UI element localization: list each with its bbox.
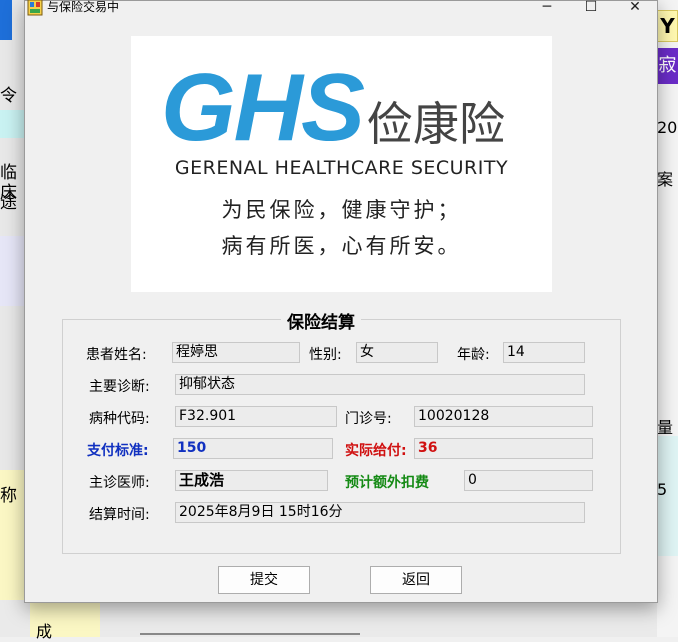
background-text: 称 [0, 486, 17, 506]
background-text: 成 [36, 622, 53, 641]
background-purple-button: 寂 [657, 48, 678, 84]
background-text: 途 [0, 193, 17, 213]
gender-label: 性别: [309, 347, 342, 363]
background-text: 5 [657, 480, 668, 499]
minimize-icon[interactable]: ─ [525, 0, 569, 18]
diagnosis-label: 主要诊断: [89, 379, 150, 395]
group-title: 保险结算 [281, 308, 361, 333]
brand-name-cn: 俭康险 [367, 97, 505, 151]
background-text: 令 [0, 86, 17, 106]
settle-time-field[interactable]: 2025年8月9日 15时16分 [175, 502, 585, 523]
background-blue-block [0, 0, 12, 40]
brand-name-en: GERENAL HEALTHCARE SECURITY [174, 157, 509, 179]
background-yellow-badge: Y [657, 10, 678, 42]
ghs-logo: GHS 俭康险 [161, 54, 505, 156]
diagnosis-field[interactable]: 抑郁状态 [175, 374, 585, 395]
actual-pay-label: 实际给付: [345, 443, 407, 459]
background-text: 量 [657, 418, 674, 437]
slogan-line-2: 病有所医，心有所安。 [221, 234, 462, 258]
background-app-bottom: 成 [0, 600, 678, 641]
age-field[interactable]: 14 [503, 342, 585, 363]
title-bar[interactable]: 与保险交易中 ─ ☐ ✕ [25, 0, 657, 19]
disease-code-label: 病种代码: [89, 411, 150, 427]
settle-time-label: 结算时间: [89, 507, 150, 523]
pay-standard-field[interactable]: 150 [173, 438, 333, 459]
back-button[interactable]: 返回 [370, 566, 462, 594]
submit-button[interactable]: 提交 [218, 566, 310, 594]
gender-field[interactable]: 女 [356, 342, 438, 363]
slogan-line-1: 为民保险，健康守护； [221, 198, 462, 222]
insurance-dialog: 与保险交易中 ─ ☐ ✕ GHS 俭康险 GERENAL HEALTHCARE … [24, 0, 658, 603]
background-yellow-cell: 成 [30, 600, 100, 641]
background-text: 案 [657, 170, 674, 189]
pay-standard-label: 支付标准: [87, 443, 149, 459]
actual-pay-field[interactable]: 36 [414, 438, 593, 459]
doctor-label: 主诊医师: [89, 475, 150, 491]
background-app-right-panel: Y 寂 20 案 量 5 [657, 0, 678, 637]
maximize-icon[interactable]: ☐ [569, 0, 613, 18]
extra-deduction-field[interactable]: 0 [464, 470, 593, 491]
patient-name-field[interactable]: 程婷思 [172, 342, 300, 363]
age-label: 年龄: [457, 347, 490, 363]
app-icon [27, 0, 43, 16]
close-icon[interactable]: ✕ [613, 0, 657, 18]
clinic-no-label: 门诊号: [345, 411, 392, 427]
window-title: 与保险交易中 [47, 0, 120, 14]
background-scrollbar [140, 633, 360, 635]
disease-code-field[interactable]: F32.901 [175, 406, 337, 427]
ghs-logo-banner: GHS 俭康险 GERENAL HEALTHCARE SECURITY 为民保险… [131, 36, 552, 292]
extra-deduction-label: 预计额外扣费 [345, 475, 429, 491]
ghs-brand-text: GHS [161, 54, 365, 156]
clinic-no-field[interactable]: 10020128 [414, 406, 593, 427]
background-text: 20 [657, 118, 678, 137]
patient-name-label: 患者姓名: [86, 347, 147, 363]
doctor-field[interactable]: 王成浩 [175, 470, 328, 491]
